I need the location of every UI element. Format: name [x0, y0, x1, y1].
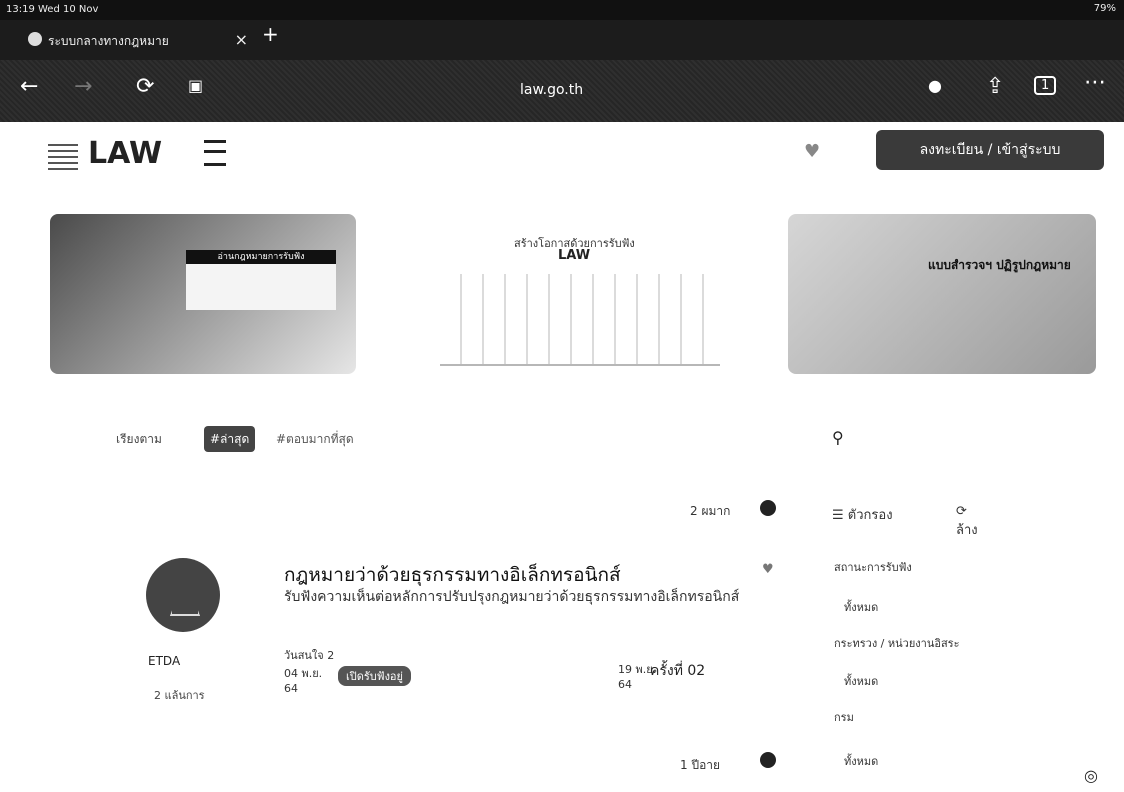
post-date-start: 04 พ.ย.	[284, 667, 323, 680]
banner-3-title: แบบสำรวจฯ ปฏิรูปกฎหมาย	[928, 258, 1071, 272]
law-logo[interactable]: LAW	[48, 136, 178, 176]
filter-header: ☰ ตัวกรอง ⟳ ล้าง	[832, 504, 978, 538]
browser-toolbar: ← → ⟳ ▣ law.go.th ● ⇪ 1 ⋯	[0, 60, 1124, 122]
banner-2-line2: LAW	[558, 248, 591, 263]
post-description: รับฟังความเห็นต่อหลักการปรับปรุงกฎหมายว่…	[284, 589, 740, 605]
status-filter-label: สถานะการรับฟัง	[834, 561, 912, 574]
reload-icon[interactable]: ⟳	[136, 74, 154, 99]
check-icon-2	[760, 752, 776, 768]
org-avatar	[146, 558, 220, 632]
org-sub: 2 แล้นการ	[154, 689, 205, 702]
banner-1[interactable]: อ่านกฎหมายการรับฟัง	[50, 214, 356, 374]
post-card[interactable]: ETDA 2 แล้นการ กฎหมายว่าด้วยธุรกรรมทางอิ…	[140, 558, 800, 718]
tab-title: ระบบกลางทางกฎหมาย	[48, 34, 169, 48]
like-icon[interactable]: ♥	[762, 562, 774, 577]
banner-2-illustration	[440, 274, 720, 366]
post-meta: วันสนใจ 2	[284, 649, 335, 662]
post-count: 2 ผมาก	[690, 504, 731, 518]
browser-tab-bar: ระบบกลางทางกฎหมาย × +	[0, 20, 1124, 60]
browser-tab[interactable]: ระบบกลางทางกฎหมาย ×	[28, 30, 248, 52]
reader-icon[interactable]: ▣	[188, 76, 203, 95]
cookie-icon[interactable]: ◎	[1084, 766, 1098, 785]
ministry-filter-value[interactable]: ทั้งหมด	[844, 672, 878, 690]
close-tab-icon[interactable]: ×	[235, 30, 248, 49]
back-icon[interactable]: ←	[20, 74, 38, 99]
battery-indicator: 79%	[1093, 3, 1116, 14]
filter-icon[interactable]: ☰	[832, 508, 844, 523]
dept-filter-label: กรม	[834, 711, 854, 724]
favicon-icon	[28, 32, 42, 46]
post-date-start-year: 64	[284, 682, 298, 695]
new-tab-icon[interactable]: +	[262, 22, 279, 46]
status-time: 13:19 Wed 10 Nov	[6, 4, 99, 15]
share-icon[interactable]: ⇪	[986, 74, 1004, 99]
login-button[interactable]: ลงทะเบียน / เข้าสู่ระบบ	[876, 130, 1104, 170]
reset-label: ล้าง	[956, 523, 978, 538]
ministry-filter-label: กระทรวง / หน่วยงานอิสระ	[834, 637, 960, 650]
tab-count[interactable]: 1	[1034, 76, 1057, 95]
status-filter-value[interactable]: ทั้งหมด	[844, 598, 878, 616]
forward-icon[interactable]: →	[74, 74, 92, 99]
banner-1-label: อ่านกฎหมายการรับฟัง	[186, 250, 336, 264]
check-icon	[760, 500, 776, 516]
dept-filter-value[interactable]: ทั้งหมด	[844, 752, 878, 770]
sort-prefix: เรียงตาม	[116, 432, 162, 446]
filter-label[interactable]: ตัวกรอง	[848, 508, 893, 523]
heart-icon[interactable]: ♥	[804, 141, 820, 162]
sort-popular[interactable]: #ตอบมากที่สุด	[276, 426, 354, 452]
more-icon[interactable]: ⋯	[1084, 70, 1106, 95]
microphone-icon[interactable]: ●	[928, 76, 942, 95]
org-name: ETDA	[148, 654, 181, 668]
post-date-end-year: 64	[618, 678, 632, 691]
reset-filter[interactable]: ⟳ ล้าง	[956, 504, 978, 540]
tower-icon	[170, 574, 200, 616]
status-pill: เปิดรับฟังอยู่	[338, 666, 411, 686]
post-title[interactable]: กฎหมายว่าด้วยธุรกรรมทางอิเล็กทรอนิกส์	[284, 560, 621, 590]
next-post-count: 1 ปีอาย	[680, 758, 721, 772]
post-round: ครั้งที่ 02	[650, 663, 706, 679]
banner-3[interactable]: แบบสำรวจฯ ปฏิรูปกฎหมาย	[788, 214, 1096, 374]
search-icon[interactable]: ⚲	[832, 428, 844, 447]
address-bar[interactable]: law.go.th	[520, 82, 583, 98]
menu-icon[interactable]	[204, 140, 226, 166]
logo-mark-icon	[48, 140, 78, 170]
banner-2[interactable]: สร้างโอกาสด้วยการรับฟัง LAW	[420, 214, 730, 374]
logo-text: LAW	[88, 136, 163, 171]
sort-latest[interactable]: #ล่าสุด	[204, 426, 256, 452]
status-bar: 13:19 Wed 10 Nov 79%	[0, 0, 1124, 20]
